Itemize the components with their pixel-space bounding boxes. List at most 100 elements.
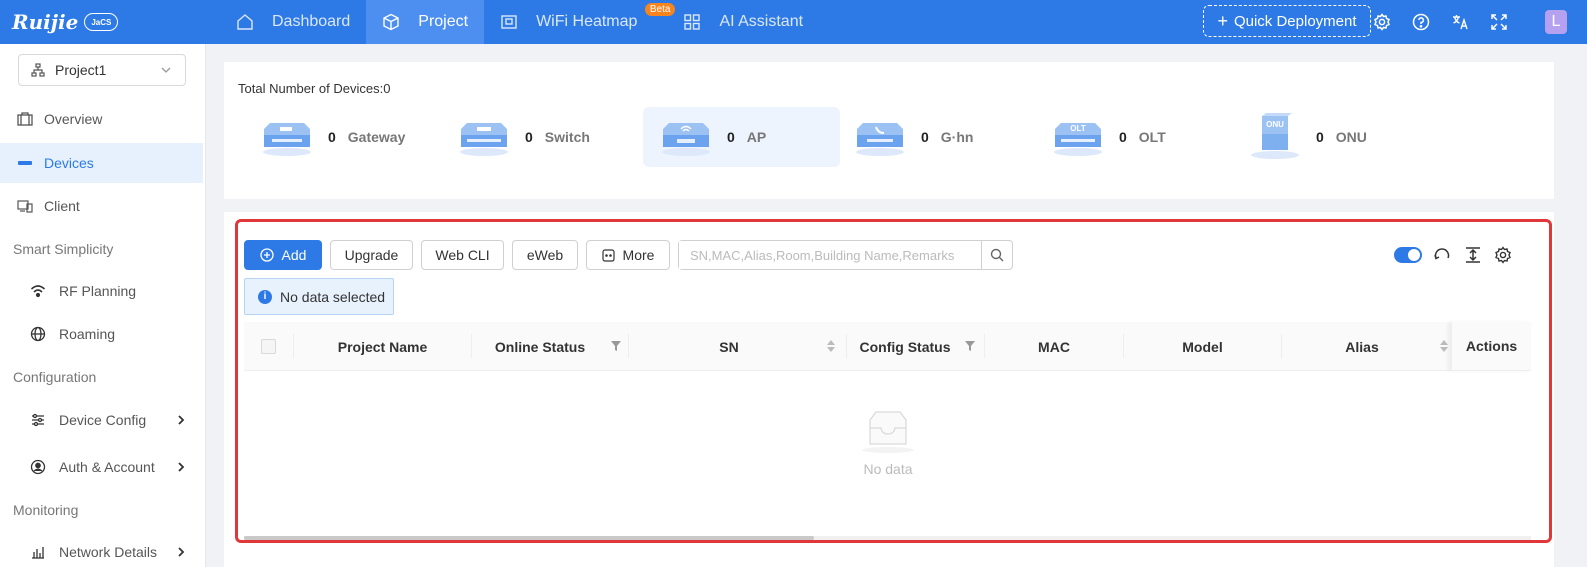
refresh-icon[interactable] xyxy=(1432,245,1452,265)
sidebar-item-overview[interactable]: Overview xyxy=(0,99,203,139)
sidebar-item-rf-planning[interactable]: RF Planning xyxy=(0,271,203,311)
chevron-right-icon xyxy=(178,415,185,425)
ghn-count: 0 xyxy=(921,129,929,145)
horizontal-scrollbar[interactable] xyxy=(244,536,1531,540)
project-selector[interactable]: Project1 xyxy=(18,54,186,86)
ap-label: AP xyxy=(746,129,767,145)
more-button[interactable]: More xyxy=(586,240,670,270)
nav-ai-assistant[interactable]: AI Assistant xyxy=(667,0,819,44)
column-project-name[interactable]: Project Name xyxy=(294,322,471,371)
language-icon[interactable] xyxy=(1449,11,1471,33)
search-button[interactable] xyxy=(981,241,1012,269)
add-button[interactable]: Add xyxy=(244,240,322,270)
device-type-onu[interactable]: ONU 0 ONU xyxy=(1248,107,1367,167)
client-icon xyxy=(17,200,33,213)
olt-count: 0 xyxy=(1119,129,1127,145)
olt-device-icon: OLT xyxy=(1054,123,1102,156)
nav-wifi-heatmap[interactable]: WiFi Heatmap Beta xyxy=(484,0,676,44)
nav-project-label: Project xyxy=(418,13,469,30)
sidebar-item-device-config-label: Device Config xyxy=(59,412,147,428)
svg-text:ONU: ONU xyxy=(1266,120,1284,129)
eweb-button[interactable]: eWeb xyxy=(512,240,578,270)
view-toggle-switch[interactable] xyxy=(1394,247,1422,263)
column-height-icon[interactable] xyxy=(1463,245,1483,265)
briefcase-icon xyxy=(17,112,33,126)
device-type-ap[interactable]: 0 AP xyxy=(643,107,840,167)
gateway-count: 0 xyxy=(328,129,336,145)
column-mac[interactable]: MAC xyxy=(985,322,1123,371)
column-online-status[interactable]: Online Status xyxy=(472,322,608,371)
user-circle-icon xyxy=(30,459,46,475)
sidebar-item-devices[interactable]: Devices xyxy=(0,143,203,183)
device-type-ghn[interactable]: 0 G·hn xyxy=(853,107,973,167)
heatmap-icon xyxy=(501,15,517,29)
chevron-right-icon xyxy=(178,547,185,557)
filter-icon[interactable] xyxy=(610,340,622,352)
nav-dashboard[interactable]: Dashboard xyxy=(220,0,366,44)
fullscreen-icon[interactable] xyxy=(1488,11,1510,33)
sidebar-item-device-config[interactable]: Device Config xyxy=(0,400,203,440)
nav-wifi-heatmap-label: WiFi Heatmap xyxy=(536,13,638,30)
search-icon xyxy=(990,248,1004,262)
upgrade-button-label: Upgrade xyxy=(344,247,399,263)
cube-icon xyxy=(383,13,399,31)
switch-label: Switch xyxy=(544,129,590,145)
switch-device-icon xyxy=(460,123,508,156)
column-alias[interactable]: Alias xyxy=(1282,322,1442,371)
web-cli-button-label: Web CLI xyxy=(435,247,490,263)
sort-icon[interactable] xyxy=(826,338,836,354)
ap-count: 0 xyxy=(727,129,735,145)
plus-icon: + xyxy=(1217,10,1228,31)
sidebar-item-roaming[interactable]: Roaming xyxy=(0,314,203,354)
grid-icon xyxy=(684,14,701,30)
sidebar-item-auth-account-label: Auth & Account xyxy=(59,459,155,475)
onu-count: 0 xyxy=(1316,129,1324,145)
sidebar-group-smart-simplicity: Smart Simplicity xyxy=(13,241,114,257)
filter-icon[interactable] xyxy=(964,340,976,352)
gateway-device-icon xyxy=(263,123,311,156)
column-sn[interactable]: SN xyxy=(629,322,829,371)
sidebar-item-devices-label: Devices xyxy=(44,155,94,171)
sidebar-item-roaming-label: Roaming xyxy=(59,326,116,342)
wifi-icon xyxy=(30,285,46,298)
selection-info-text: No data selected xyxy=(280,288,386,305)
sidebar-item-client-label: Client xyxy=(44,198,80,214)
chevron-right-icon xyxy=(178,462,185,472)
home-icon xyxy=(237,14,253,30)
sort-icon[interactable] xyxy=(1439,338,1449,354)
sidebar-item-rf-planning-label: RF Planning xyxy=(59,283,137,299)
ruijie-logo[interactable]: Ruijie JaCS xyxy=(0,0,120,44)
sidebar-item-client[interactable]: Client xyxy=(0,186,203,226)
add-button-label: Add xyxy=(281,247,307,263)
column-model[interactable]: Model xyxy=(1124,322,1281,371)
settings-gear-icon[interactable] xyxy=(1371,11,1393,33)
selection-info-banner: i No data selected xyxy=(244,278,394,315)
search-input[interactable] xyxy=(679,241,982,269)
quick-deployment-button[interactable]: + Quick Deployment xyxy=(1203,5,1371,37)
sidebar-item-auth-account[interactable]: Auth & Account xyxy=(0,447,203,487)
help-icon[interactable] xyxy=(1410,11,1432,33)
top-navigation-bar: Ruijie JaCS Dashboard Project WiFi Heatm… xyxy=(0,0,1587,44)
select-all-checkbox[interactable] xyxy=(261,339,276,354)
device-search xyxy=(678,240,1013,270)
table-settings-icon[interactable] xyxy=(1493,245,1513,265)
web-cli-button[interactable]: Web CLI xyxy=(421,240,504,270)
column-actions: Actions xyxy=(1451,322,1531,371)
user-avatar[interactable]: L xyxy=(1545,10,1567,34)
svg-text:OLT: OLT xyxy=(1070,124,1086,133)
access-point-icon xyxy=(662,123,710,156)
sidebar-item-network-details[interactable]: Network Details xyxy=(0,532,203,567)
empty-inbox-icon xyxy=(862,411,914,453)
brand-name: Ruijie xyxy=(12,10,79,34)
globe-icon xyxy=(30,326,46,342)
column-config-status[interactable]: Config Status xyxy=(847,322,963,371)
scrollbar-thumb[interactable] xyxy=(244,536,814,540)
device-type-gateway[interactable]: 0 Gateway xyxy=(260,107,405,167)
nav-project[interactable]: Project xyxy=(366,0,485,44)
upgrade-button[interactable]: Upgrade xyxy=(330,240,413,270)
more-icon xyxy=(601,248,615,262)
device-type-olt[interactable]: OLT 0 OLT xyxy=(1051,107,1166,167)
brand-product: JaCS xyxy=(84,13,119,31)
device-type-switch[interactable]: 0 Switch xyxy=(457,107,590,167)
onu-device-icon: ONU xyxy=(1251,113,1299,159)
